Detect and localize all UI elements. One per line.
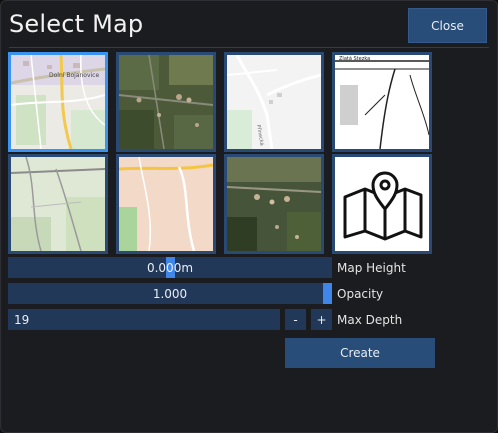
select-map-dialog: Select Map Close Dolní Bojanovice Přinec… (0, 0, 498, 433)
map-tile-street-2[interactable]: Přinecká (224, 52, 324, 152)
map-pin-icon (335, 157, 429, 251)
create-button[interactable]: Create (285, 338, 435, 368)
max-depth-label: Max Depth (337, 313, 403, 327)
map-tile-satellite-1[interactable] (116, 52, 216, 152)
map-grid: Dolní Bojanovice Přinecká Zlatá Stezka (8, 52, 432, 254)
map-tile-topographic[interactable]: Zlatá Stezka (332, 52, 432, 152)
map-tile-warm-street[interactable] (116, 154, 216, 254)
map-height-value: 0.000m (146, 260, 194, 275)
topographic-map-thumbnail: Zlatá Stezka (335, 55, 429, 149)
close-button[interactable]: Close (408, 8, 487, 43)
max-depth-decrement-button[interactable]: - (285, 309, 306, 330)
satellite-map-thumbnail-2 (227, 157, 321, 251)
opacity-slider-thumb[interactable] (323, 283, 332, 304)
satellite-map-thumbnail (119, 55, 213, 149)
map-town-label: Dolní Bojanovice (49, 72, 99, 79)
opacity-slider[interactable]: 1.000 (8, 283, 332, 304)
max-depth-increment-button[interactable]: + (311, 309, 332, 330)
terrain-map-thumbnail (11, 157, 105, 251)
street-map-thumbnail: Dolní Bojanovice (11, 55, 105, 149)
opacity-value: 1.000 (152, 286, 188, 301)
title-separator (9, 47, 489, 48)
map-tile-custom[interactable] (332, 154, 432, 254)
light-street-map-thumbnail: Přinecká (227, 55, 321, 149)
max-depth-field[interactable]: 19 (8, 309, 280, 330)
map-tile-street-1[interactable]: Dolní Bojanovice (8, 52, 108, 152)
map-road-label: Zlatá Stezka (339, 55, 370, 62)
opacity-label: Opacity (337, 287, 384, 301)
dialog-title: Select Map (9, 10, 144, 38)
map-height-slider[interactable]: 0.000m (8, 257, 332, 278)
map-height-label: Map Height (337, 261, 406, 275)
map-tile-satellite-2[interactable] (224, 154, 324, 254)
warm-street-map-thumbnail (119, 157, 213, 251)
map-tile-terrain[interactable] (8, 154, 108, 254)
